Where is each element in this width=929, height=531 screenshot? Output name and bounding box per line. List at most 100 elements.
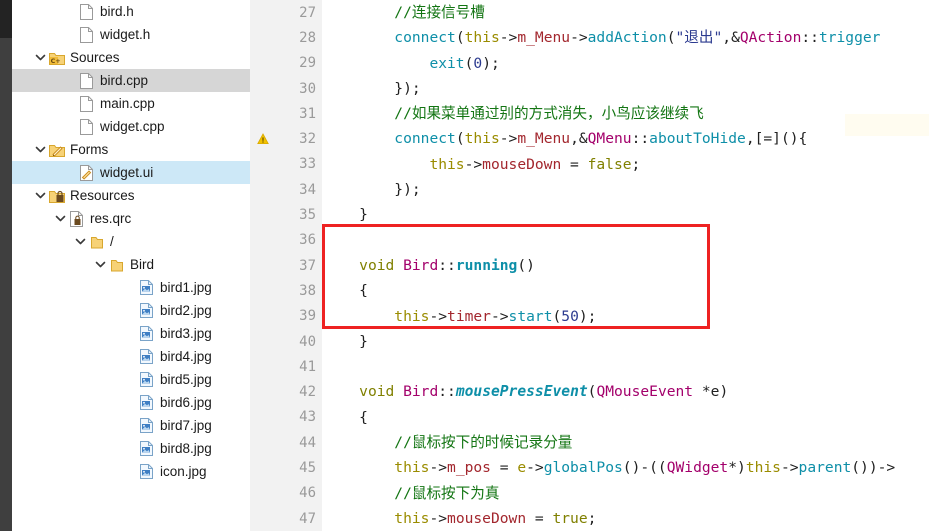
image-file-icon (138, 345, 155, 368)
gutter-line[interactable]: 27 (250, 0, 322, 25)
chevron-down-icon[interactable] (72, 230, 88, 253)
code-token: } (324, 332, 368, 350)
code-line[interactable]: this->timer->start(50); (322, 304, 929, 329)
gutter-line[interactable]: 32 (250, 126, 335, 151)
code-token: 50 (561, 307, 579, 325)
gutter-line[interactable]: 28 (250, 25, 335, 50)
gutter-line[interactable]: 30 (250, 76, 322, 101)
gutter-line[interactable]: 36 (250, 228, 322, 253)
code-line[interactable] (322, 228, 929, 253)
code-line[interactable]: //如果菜单通过别的方式消失，小鸟应该继续飞 (322, 101, 929, 126)
line-number-gutter[interactable]: 27 28 29 30 31 32 33 34 35 36 37 38 39 40 41 42 43 44 45 46… (250, 0, 335, 531)
tree-item-sources[interactable]: C+ Sources (12, 46, 250, 69)
code-token: start (508, 307, 553, 325)
gutter-line[interactable]: 44 (250, 430, 322, 455)
code-line[interactable]: //连接信号槽 (322, 0, 929, 25)
tree-item-resources[interactable]: Resources (12, 184, 250, 207)
tree-item-root[interactable]: / (12, 230, 250, 253)
code-token: { (324, 408, 368, 426)
gutter-line[interactable]: 47 (250, 506, 322, 531)
tree-item-icon-jpg[interactable]: icon.jpg (12, 460, 250, 483)
tree-item-bird6-jpg[interactable]: bird6.jpg (12, 391, 250, 414)
code-line[interactable]: }); (322, 177, 929, 202)
code-text-area[interactable]: //连接信号槽 connect(this->m_Menu->addAction(… (322, 0, 929, 531)
tree-item-widget-ui[interactable]: widget.ui (12, 161, 250, 184)
code-token: QMenu (587, 130, 632, 148)
line-number: 39 (299, 308, 316, 325)
tree-item-label: widget.ui (100, 165, 154, 180)
tree-item-label: bird5.jpg (160, 372, 212, 387)
chevron-down-icon[interactable] (92, 253, 108, 276)
warning-triangle-icon[interactable] (256, 126, 270, 151)
tree-item-label: / (110, 234, 114, 249)
code-line[interactable]: void Bird::mousePressEvent(QMouseEvent *… (322, 379, 929, 404)
tree-item-widget-cpp[interactable]: widget.cpp (12, 115, 250, 138)
code-token: m_Menu (517, 29, 571, 47)
code-line[interactable]: //鼠标按下的时候记录分量 (322, 430, 929, 455)
code-line[interactable]: }); (322, 76, 929, 101)
chevron-down-icon[interactable] (52, 207, 68, 230)
gutter-line[interactable]: 33 (250, 152, 322, 177)
code-line[interactable]: } (322, 202, 929, 227)
gutter-line[interactable]: 31 (250, 101, 322, 126)
tree-item-bird3-jpg[interactable]: bird3.jpg (12, 322, 250, 345)
code-line[interactable]: connect(this->m_Menu,&QMenu::aboutToHide… (322, 126, 929, 151)
svg-text:C+: C+ (50, 57, 60, 65)
gutter-line[interactable]: 35 (250, 202, 322, 227)
code-line[interactable]: //鼠标按下为真 (322, 481, 929, 506)
gutter-line[interactable]: 42 (250, 379, 335, 404)
code-editor-panel[interactable]: 27 28 29 30 31 32 33 34 35 36 37 38 39 40 41 42 43 44 45 46… (250, 0, 929, 531)
code-line[interactable]: this->mouseDown = false; (322, 152, 929, 177)
line-number: 40 (299, 333, 316, 350)
tree-item-bird-cpp[interactable]: bird.cpp (12, 69, 250, 92)
code-line[interactable] (322, 354, 929, 379)
gutter-line[interactable]: 29 (250, 51, 322, 76)
code-token: -> (526, 459, 544, 477)
code-line[interactable]: { (322, 278, 929, 303)
line-number: 47 (299, 510, 316, 527)
chevron-down-icon[interactable] (32, 138, 48, 161)
project-tree-panel[interactable]: bird.h widget.h C+ Sources bird.cpp main.cpp w… (12, 0, 250, 531)
tree-item-bird-h[interactable]: bird.h (12, 0, 250, 23)
gutter-line[interactable]: 45 (250, 455, 322, 480)
code-line[interactable]: exit(0); (322, 51, 929, 76)
code-token: exit (429, 54, 465, 72)
tree-item-forms[interactable]: Forms (12, 138, 250, 161)
gutter-line[interactable]: 46 (250, 481, 322, 506)
tree-item-bird5-jpg[interactable]: bird5.jpg (12, 368, 250, 391)
chevron-placeholder (122, 391, 138, 414)
cpp-folder-icon: C+ (48, 46, 65, 69)
source-file-icon (78, 69, 95, 92)
gutter-line[interactable]: 39 (250, 304, 322, 329)
gutter-line[interactable]: 41 (250, 354, 322, 379)
gutter-line[interactable]: 43 (250, 405, 322, 430)
tree-item-bird7-jpg[interactable]: bird7.jpg (12, 414, 250, 437)
code-line[interactable]: connect(this->m_Menu->addAction("退出",&QA… (322, 25, 929, 50)
gutter-line[interactable]: 40 (250, 329, 322, 354)
tree-item-bird1-jpg[interactable]: bird1.jpg (12, 276, 250, 299)
tree-item-bird2-jpg[interactable]: bird2.jpg (12, 299, 250, 322)
chevron-down-icon[interactable] (32, 184, 48, 207)
tree-item-bird4-jpg[interactable]: bird4.jpg (12, 345, 250, 368)
chevron-down-icon[interactable] (32, 46, 48, 69)
tree-item-main-cpp[interactable]: main.cpp (12, 92, 250, 115)
tree-item-res-qrc[interactable]: res.qrc (12, 207, 250, 230)
gutter-line[interactable]: 38 (250, 278, 322, 303)
gutter-line[interactable]: 37 (250, 253, 335, 278)
code-line[interactable]: } (322, 329, 929, 354)
tree-item-bird8-jpg[interactable]: bird8.jpg (12, 437, 250, 460)
code-line[interactable]: { (322, 405, 929, 430)
code-token: running (455, 256, 518, 274)
tree-item-widget-h[interactable]: widget.h (12, 23, 250, 46)
tree-item-bird[interactable]: Bird (12, 253, 250, 276)
code-line[interactable]: this->mouseDown = true; (322, 506, 929, 531)
code-line[interactable]: this->m_pos = e->globalPos()-((QWidget*)… (322, 455, 929, 480)
code-token: ); (482, 54, 500, 72)
code-token: this (394, 307, 430, 325)
tree-item-label: bird.cpp (100, 73, 149, 88)
code-line[interactable]: void Bird::running() (322, 253, 929, 278)
gutter-line[interactable]: 34 (250, 177, 322, 202)
